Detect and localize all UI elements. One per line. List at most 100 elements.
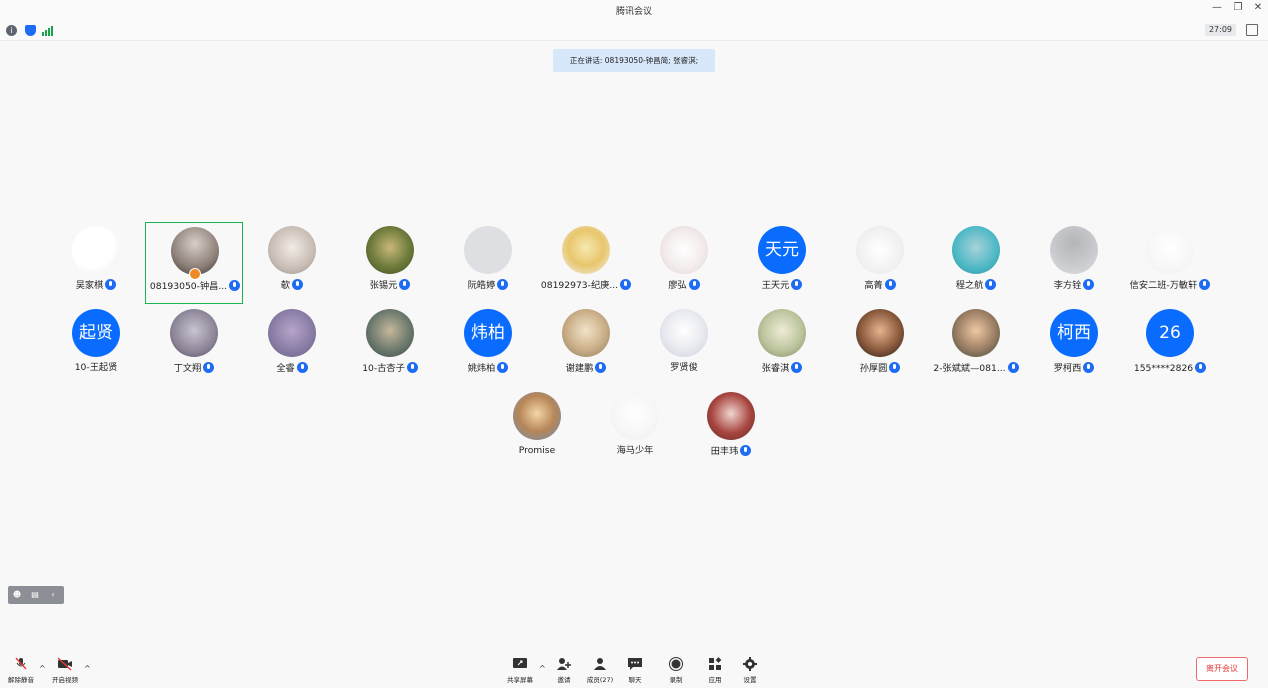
avatar	[856, 226, 904, 274]
apps-button[interactable]: 应用	[695, 656, 735, 684]
participant-tile[interactable]: 26 155****2826	[1121, 305, 1219, 387]
participant-name: 张睿淇	[761, 363, 790, 374]
close-icon[interactable]: ✕	[1250, 2, 1266, 13]
window-title: 腾讯会议	[615, 7, 652, 17]
mic-icon	[620, 279, 632, 290]
participant-tile[interactable]: 张睿淇	[733, 305, 831, 387]
start-video-label: 开启视频	[52, 676, 78, 684]
participant-tile[interactable]: 08192973-纪庚...	[537, 222, 635, 304]
participant-name: 08193050-钟昌...	[149, 281, 228, 292]
leave-meeting-button[interactable]: 离开会议	[1196, 657, 1248, 681]
share-screen-label: 共享屏幕	[507, 676, 533, 684]
mic-icon	[1083, 279, 1095, 290]
participant-tile[interactable]: 天元 王天元	[733, 222, 831, 304]
avatar	[952, 226, 1000, 274]
members-button[interactable]: 成员(27)	[580, 656, 620, 684]
participant-tile[interactable]: Promise	[488, 388, 586, 470]
participant-name: 高菁	[864, 280, 883, 291]
avatar	[611, 392, 659, 440]
participant-name: 王天元	[761, 280, 790, 291]
mic-icon	[1199, 279, 1211, 290]
participant-tile[interactable]: 丁文翔	[145, 305, 243, 387]
mic-icon	[1007, 362, 1019, 373]
participant-name: 张锡元	[369, 280, 398, 291]
record-label: 录制	[669, 676, 683, 684]
start-video-button[interactable]: 开启视频	[45, 656, 85, 684]
host-badge-icon	[189, 268, 201, 280]
participant-tile[interactable]: 高菁	[831, 222, 929, 304]
participant-tile[interactable]: 廖弘	[635, 222, 733, 304]
info-icon[interactable]: i	[6, 25, 17, 36]
avatar	[72, 226, 120, 274]
avatar	[758, 309, 806, 357]
participant-name: Promise	[518, 445, 556, 456]
mic-icon	[791, 279, 803, 290]
participant-name: 姚炜柏	[467, 363, 496, 374]
avatar	[1146, 226, 1194, 274]
participant-name: 罗柯西	[1053, 363, 1082, 374]
participant-tile[interactable]: 吴家棋	[47, 222, 145, 304]
participant-name: 欹	[280, 280, 291, 291]
avatar	[464, 226, 512, 274]
participant-tile[interactable]: 谢建鹏	[537, 305, 635, 387]
participant-tile[interactable]: 全睿	[243, 305, 341, 387]
participant-tile[interactable]: 2-张斌斌—081...	[927, 305, 1025, 387]
participant-tile[interactable]: 起贤 10-王起贤	[47, 305, 145, 387]
mic-muted-icon	[13, 656, 29, 670]
avatar	[513, 392, 561, 440]
fullscreen-icon[interactable]	[1246, 24, 1258, 36]
participant-tile[interactable]: 程之航	[927, 222, 1025, 304]
video-options-chevron-icon[interactable]: ^	[84, 664, 91, 673]
avatar: 26	[1146, 309, 1194, 357]
avatar	[952, 309, 1000, 357]
participant-tile[interactable]: 10-古杏子	[341, 305, 439, 387]
participant-tile[interactable]: 柯西 罗柯西	[1025, 305, 1123, 387]
avatar	[660, 226, 708, 274]
participant-tile[interactable]: 张锡元	[341, 222, 439, 304]
mic-icon	[497, 362, 509, 373]
video-off-icon	[57, 656, 73, 671]
participant-name: 田丰玮	[710, 446, 739, 457]
record-button[interactable]: 录制	[656, 656, 696, 684]
collapse-icon[interactable]: ‹	[48, 590, 58, 600]
participant-name: 2-张斌斌—081...	[933, 363, 1006, 374]
participant-tile-active[interactable]: 08193050-钟昌...	[145, 222, 243, 304]
avatar	[1050, 226, 1098, 274]
participant-tile[interactable]: 罗贤俊	[635, 305, 733, 387]
shield-icon[interactable]	[25, 25, 36, 36]
gear-icon	[742, 656, 758, 671]
layout-icon[interactable]: ▤	[30, 590, 40, 600]
participant-name: 廖弘	[668, 280, 687, 291]
restore-icon[interactable]: ❐	[1230, 2, 1246, 13]
participant-name: 阮皓婷	[467, 280, 496, 291]
participant-tile[interactable]: 阮皓婷	[439, 222, 537, 304]
minimize-icon[interactable]: —	[1209, 2, 1225, 13]
invite-icon	[556, 656, 572, 670]
unmute-label: 解除静音	[8, 676, 34, 684]
chat-button[interactable]: 聊天	[615, 656, 655, 684]
settings-button[interactable]: 设置	[730, 656, 770, 684]
mic-icon	[292, 279, 304, 290]
participant-tile[interactable]: 孙厚圆	[831, 305, 929, 387]
participant-name: 10-王起贤	[74, 362, 118, 373]
participant-tile[interactable]: 信安二班-万敏轩	[1121, 222, 1219, 304]
participant-name: 08192973-纪庚...	[540, 280, 619, 291]
participant-name: 谢建鹏	[565, 363, 594, 374]
participant-tile[interactable]: 田丰玮	[682, 388, 780, 470]
avatar: 炜柏	[464, 309, 512, 357]
avatar	[366, 309, 414, 357]
participant-tile[interactable]: 李方铨	[1025, 222, 1123, 304]
avatar	[268, 309, 316, 357]
participant-tile[interactable]: 欹	[243, 222, 341, 304]
participant-name: 孙厚圆	[859, 363, 888, 374]
invite-label: 邀请	[557, 676, 571, 684]
participant-tile[interactable]: 海马少年	[586, 388, 684, 470]
unmute-button[interactable]: 解除静音	[1, 656, 41, 684]
gallery-icon[interactable]: ☻	[12, 590, 22, 600]
invite-button[interactable]: 邀请	[544, 656, 584, 684]
signal-icon[interactable]	[42, 25, 54, 36]
participant-name: 吴家棋	[75, 280, 104, 291]
share-screen-button[interactable]: 共享屏幕	[500, 656, 540, 684]
mic-icon	[203, 362, 215, 373]
participant-tile[interactable]: 炜柏 姚炜柏	[439, 305, 537, 387]
